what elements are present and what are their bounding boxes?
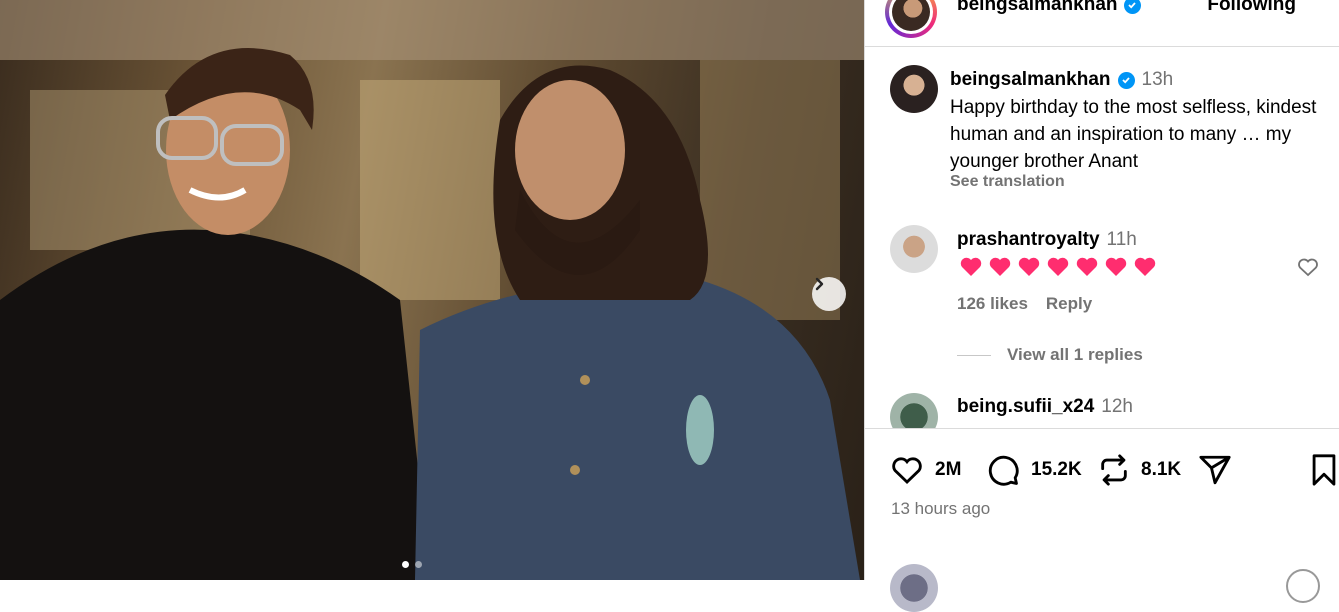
post-header: beingsalmankhan Following (865, 0, 1339, 47)
add-comment-emoji-icon[interactable] (1286, 569, 1320, 603)
author-username[interactable]: beingsalmankhan (957, 0, 1141, 16)
pink-heart-emojis (960, 257, 1156, 276)
comment-username[interactable]: being.sufii_x24 (957, 396, 1094, 418)
divider (957, 354, 991, 356)
comment-likes[interactable]: 126 likes (957, 294, 1028, 314)
photo-illustration (0, 0, 864, 580)
comment-header: prashantroyalty 11h (957, 229, 1137, 251)
caption-avatar[interactable] (890, 65, 938, 113)
post-actions-bar: 2M 15.2K 8.1K 13 hours ago (865, 428, 1339, 612)
comment-like-heart-icon[interactable] (1296, 255, 1320, 279)
comment-avatar[interactable] (890, 225, 938, 273)
caption-header: beingsalmankhan 13h (950, 69, 1173, 91)
view-replies-button[interactable]: View all 1 replies (957, 345, 1143, 365)
bookmark-icon[interactable] (1309, 453, 1339, 487)
repost-icon[interactable] (1097, 453, 1131, 487)
comment-time: 11h (1106, 229, 1137, 250)
caption-text: Happy birthday to the most selfless, kin… (950, 97, 1317, 172)
comment-action[interactable]: 15.2K (985, 453, 1082, 487)
share-action[interactable] (1197, 453, 1233, 487)
comment-time: 12h (1101, 396, 1133, 417)
carousel-dot-2 (415, 561, 422, 568)
author-avatar[interactable] (885, 0, 937, 38)
comment-header: being.sufii_x24 12h (957, 396, 1133, 418)
comment-username[interactable]: prashantroyalty (957, 229, 1100, 251)
carousel-indicator (402, 561, 422, 568)
following-button[interactable]: Following (1207, 0, 1296, 16)
current-user-avatar (890, 564, 938, 612)
verified-badge-icon (1117, 71, 1135, 89)
see-translation-link[interactable]: See translation (950, 173, 1065, 191)
heart-icon[interactable] (889, 453, 925, 487)
save-action[interactable] (1309, 453, 1339, 487)
carousel-dot-1 (402, 561, 409, 568)
share-icon[interactable] (1197, 453, 1233, 487)
post-side-panel: beingsalmankhan Following beingsalmankha… (864, 0, 1339, 612)
like-action[interactable]: 2M (889, 453, 961, 487)
comment-meta: 126 likes Reply (957, 294, 1092, 314)
comments-section[interactable]: beingsalmankhan 13h Happy birthday to th… (865, 47, 1339, 428)
caption-username[interactable]: beingsalmankhan (950, 69, 1111, 91)
chevron-right-icon (815, 277, 824, 291)
like-count[interactable]: 2M (935, 459, 961, 481)
post-timestamp: 13 hours ago (891, 499, 991, 518)
comment-icon[interactable] (985, 453, 1021, 487)
comment-count[interactable]: 15.2K (1031, 459, 1082, 481)
verified-badge-icon (1123, 0, 1141, 14)
repost-count[interactable]: 8.1K (1141, 459, 1181, 481)
view-replies-label[interactable]: View all 1 replies (1007, 345, 1143, 365)
carousel-next-button[interactable] (812, 277, 846, 311)
post-photo[interactable] (0, 0, 864, 580)
comment-text: 💗💗💗💗💗💗💗 (959, 255, 1159, 279)
repost-action[interactable]: 8.1K (1097, 453, 1181, 487)
caption-time: 13h (1141, 69, 1174, 90)
comment-reply-button[interactable]: Reply (1046, 294, 1092, 314)
comment-avatar[interactable] (890, 393, 938, 428)
